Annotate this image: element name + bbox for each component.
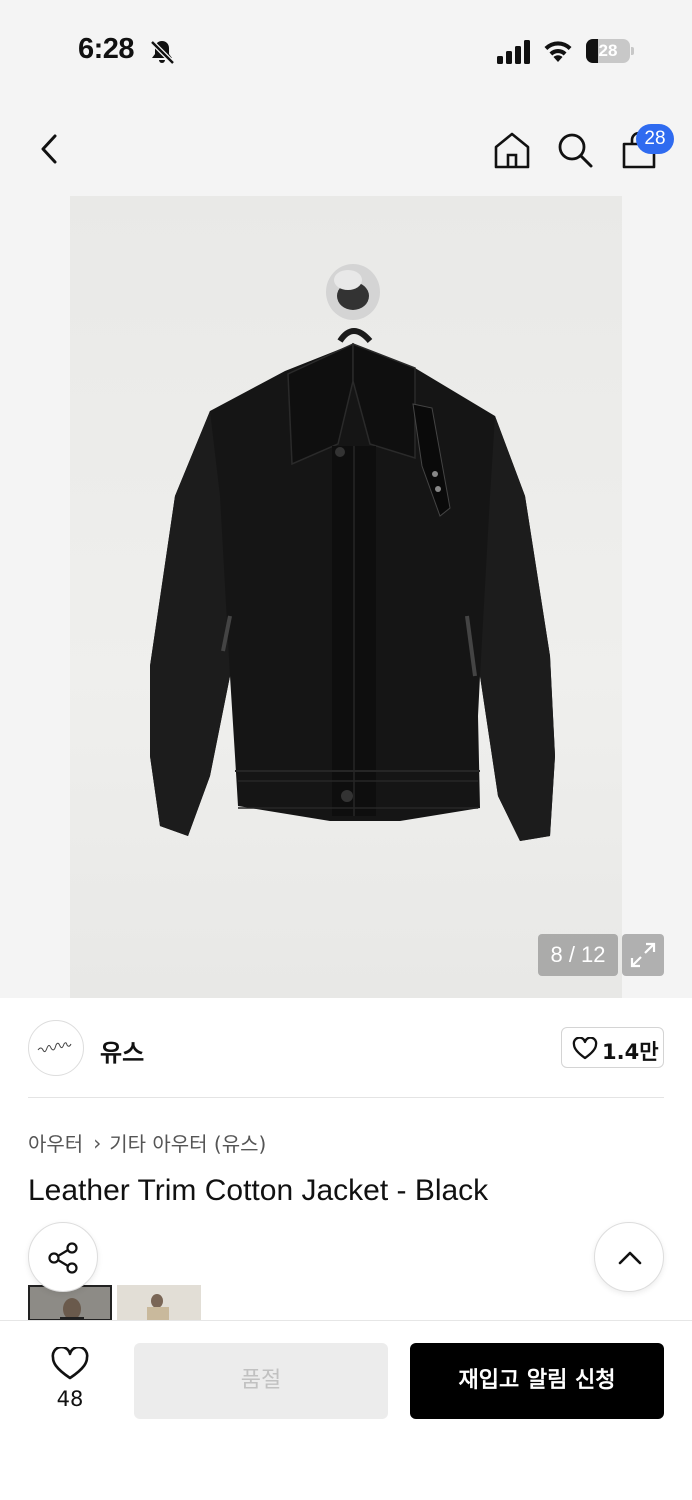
wishlist-count: 48 [56,1387,84,1411]
breadcrumb-category[interactable]: 아우터 [28,1128,83,1157]
status-time: 6:28 [78,33,135,65]
breadcrumb: 아우터 › 기타 아우터 (유스) [28,1128,266,1157]
brand-row: 유스 1.4만 [0,998,692,1098]
bottom-action-bar: 48 품절 재입고 알림 신청 [0,1320,692,1500]
cart-count-badge: 28 [636,124,674,154]
home-icon[interactable] [493,130,531,170]
brand-like-button[interactable]: 1.4만 [561,1027,664,1068]
battery-icon: 28 [586,39,634,63]
style-thumbnail[interactable] [117,1285,201,1321]
product-title: Leather Trim Cotton Jacket - Black [28,1174,489,1207]
brand-name[interactable]: 유스 [100,1033,144,1068]
breadcrumb-subcategory[interactable]: 기타 아우터 (유스) [109,1128,266,1157]
restock-alert-button[interactable]: 재입고 알림 신청 [410,1343,664,1419]
divider [28,1097,664,1098]
jacket-image [150,264,555,841]
back-arrow-icon[interactable] [34,130,66,168]
share-icon [48,1242,78,1274]
status-bar: 6:28 28 [0,0,692,100]
model-photo-thumbnail [30,1287,110,1319]
product-image-gallery[interactable]: 8 / 12 [0,196,692,998]
cellular-signal-icon [497,40,530,64]
wifi-icon [544,41,572,62]
brand-like-count: 1.4만 [602,1040,659,1064]
search-icon[interactable] [556,130,594,170]
product-photo[interactable] [70,196,622,998]
chevron-up-icon [618,1251,642,1265]
brand-signature-logo [37,1042,72,1053]
expand-image-button[interactable] [622,934,664,976]
bell-slash-icon [150,40,175,65]
image-page-counter: 8 / 12 [538,934,618,976]
share-button[interactable] [28,1222,98,1292]
brand-logo[interactable] [28,1020,84,1076]
model-photo-thumbnail [117,1285,201,1321]
scroll-to-top-button[interactable] [594,1222,664,1292]
top-navigation: 28 [0,100,692,196]
wishlist-heart-icon[interactable] [51,1347,89,1381]
breadcrumb-separator: › [93,1130,102,1155]
expand-icon [630,942,656,968]
battery-level: 28 [598,41,618,60]
heart-icon [572,1037,598,1060]
sold-out-button[interactable]: 품절 [134,1343,388,1419]
